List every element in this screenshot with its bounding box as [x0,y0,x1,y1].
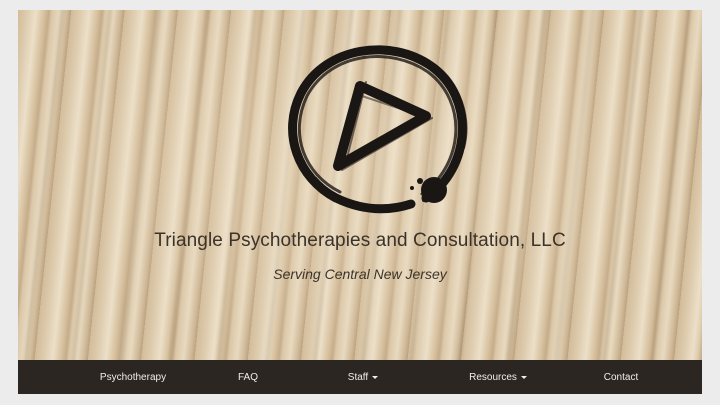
caret-down-icon [520,375,527,379]
nav-psychotherapy-link[interactable]: Psychotherapy [78,360,188,394]
nav-contact-label: Contact [603,371,639,383]
main-navbar: Psychotherapy FAQ Staff Resources Contac… [18,360,702,394]
logo-icon[interactable] [276,38,482,224]
caret-down-icon [372,375,379,379]
hero-banner: Triangle Psychotherapies and Consultatio… [18,10,702,360]
site-title: Triangle Psychotherapies and Consultatio… [154,230,566,251]
site-tagline: Serving Central New Jersey [273,266,447,282]
nav-psychotherapy-label: Psychotherapy [99,371,167,383]
nav-staff-dropdown[interactable]: Staff [328,360,398,394]
nav-resources-dropdown[interactable]: Resources [448,360,548,394]
nav-faq-label: FAQ [237,371,258,383]
nav-resources-label: Resources [469,371,517,383]
nav-faq-link[interactable]: FAQ [218,360,278,394]
nav-contact-link[interactable]: Contact [586,360,656,394]
nav-staff-label: Staff [347,371,369,383]
